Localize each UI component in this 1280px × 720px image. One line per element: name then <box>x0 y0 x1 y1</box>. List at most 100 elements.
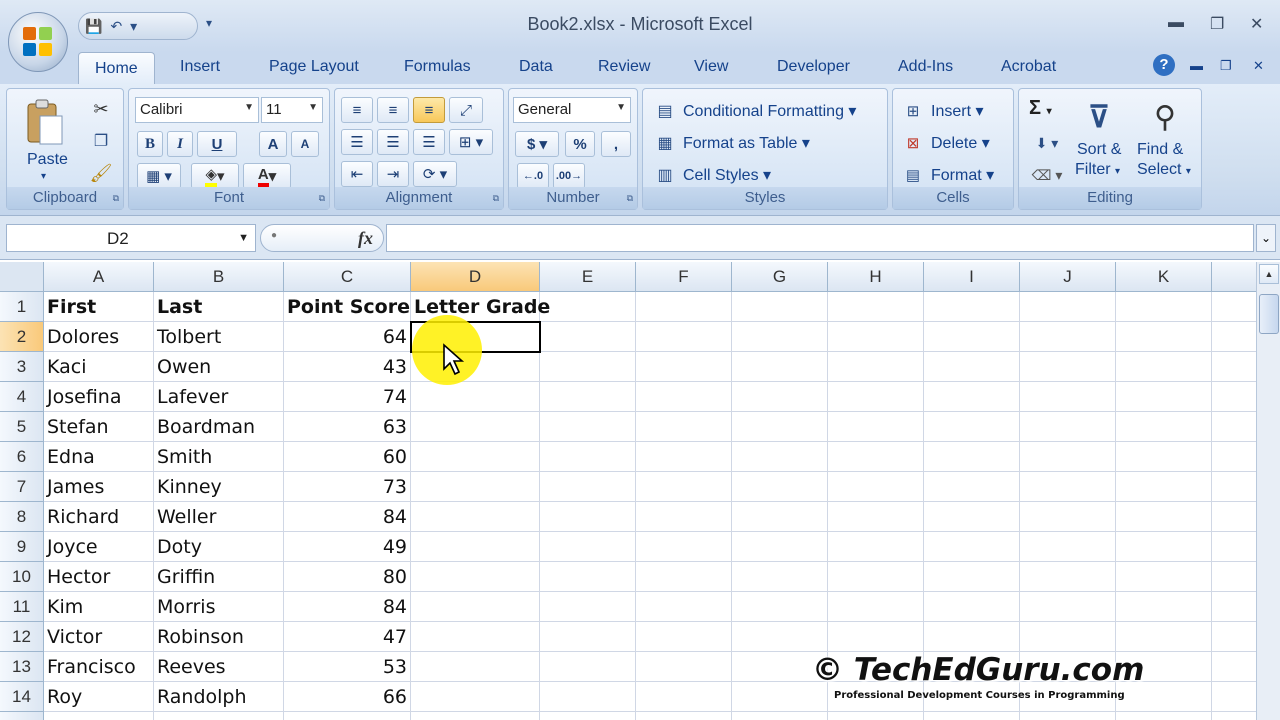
grid-cell[interactable] <box>411 502 540 532</box>
grid-cell[interactable] <box>411 592 540 622</box>
tab-developer[interactable]: Developer <box>777 58 850 76</box>
grid-cell[interactable] <box>924 622 1020 652</box>
name-box-dropdown-icon[interactable]: ▼ <box>238 232 249 244</box>
grid-cell[interactable] <box>828 562 924 592</box>
row-header[interactable]: 8 <box>0 502 44 532</box>
grid-cell[interactable] <box>1020 562 1116 592</box>
grid-cell[interactable] <box>1116 562 1212 592</box>
align-center-button[interactable]: ☰ <box>377 129 409 155</box>
grid-cell[interactable] <box>1116 322 1212 352</box>
grid-cell[interactable]: Letter Grade <box>411 292 550 322</box>
grid-cell[interactable] <box>1212 292 1256 322</box>
grid-cell[interactable]: 84 <box>284 592 411 622</box>
grid-cell[interactable]: First <box>44 292 154 322</box>
grid-cell[interactable] <box>636 592 732 622</box>
cell-styles-button[interactable]: Cell Styles ▾ <box>683 165 771 185</box>
grid-cell[interactable]: Kaci <box>44 352 154 382</box>
grid-cell[interactable] <box>732 292 828 322</box>
tab-formulas[interactable]: Formulas <box>404 58 471 76</box>
grid-cell[interactable]: Doty <box>154 532 284 562</box>
grid-cell[interactable] <box>1116 712 1212 720</box>
grid-cell[interactable]: 43 <box>284 352 411 382</box>
number-launcher-icon[interactable]: ⧉ <box>627 193 633 204</box>
grid-cell[interactable] <box>732 352 828 382</box>
grid-cell[interactable]: Point Score <box>284 292 411 322</box>
align-top-button[interactable]: ≡ <box>341 97 373 123</box>
minimize-button[interactable]: ▬ <box>1168 14 1184 32</box>
grid-cell[interactable] <box>1212 532 1256 562</box>
grid-cell[interactable] <box>1212 352 1256 382</box>
grid-cell[interactable] <box>1020 532 1116 562</box>
grid-cell[interactable] <box>1020 472 1116 502</box>
grid-cell[interactable] <box>924 502 1020 532</box>
grid-cell[interactable] <box>732 712 828 720</box>
grid-cell[interactable] <box>636 532 732 562</box>
grid-cell[interactable] <box>1020 592 1116 622</box>
format-cells-button[interactable]: Format ▾ <box>931 165 994 185</box>
grid-cell[interactable] <box>1116 412 1212 442</box>
tab-data[interactable]: Data <box>519 58 553 76</box>
grid-cell[interactable] <box>1212 562 1256 592</box>
column-header-g[interactable]: G <box>732 262 828 292</box>
column-header-b[interactable]: B <box>154 262 284 292</box>
column-header-l[interactable] <box>1212 262 1256 292</box>
insert-cells-button[interactable]: Insert ▾ <box>931 101 984 121</box>
grid-cell[interactable] <box>828 592 924 622</box>
font-name-select[interactable]: Calibri ▼ <box>135 97 259 123</box>
grid-cell[interactable] <box>154 712 284 720</box>
grid-cell[interactable] <box>924 382 1020 412</box>
row-header[interactable]: 10 <box>0 562 44 592</box>
percent-button[interactable]: % <box>565 131 595 157</box>
grid-cell[interactable] <box>411 472 540 502</box>
grid-cell[interactable] <box>924 352 1020 382</box>
grid-cell[interactable]: 74 <box>284 382 411 412</box>
align-bottom-button[interactable]: ≡ <box>413 97 445 123</box>
column-header-d[interactable]: D <box>411 262 540 292</box>
increase-indent-button[interactable]: ⇥ <box>377 161 409 187</box>
copy-icon[interactable]: ❐ <box>89 129 113 153</box>
grid-cell[interactable]: Reeves <box>154 652 284 682</box>
grid-cell[interactable] <box>411 412 540 442</box>
clipboard-launcher-icon[interactable]: ⧉ <box>113 193 119 204</box>
grid-cell[interactable] <box>636 652 732 682</box>
grid-cell[interactable]: Griffin <box>154 562 284 592</box>
grid-cell[interactable]: Victor <box>44 622 154 652</box>
grid-cell[interactable] <box>732 382 828 412</box>
column-header-h[interactable]: H <box>828 262 924 292</box>
tab-review[interactable]: Review <box>598 58 650 76</box>
row-header[interactable]: 9 <box>0 532 44 562</box>
align-right-button[interactable]: ☰ <box>413 129 445 155</box>
grid-cell[interactable] <box>1116 532 1212 562</box>
grid-cell[interactable]: Dolores <box>44 322 154 352</box>
merge-center-button[interactable]: ⊞ ▾ <box>449 129 493 155</box>
grid-cell[interactable] <box>540 592 636 622</box>
grow-font-button[interactable]: A <box>259 131 287 157</box>
grid-cell[interactable]: Lafever <box>154 382 284 412</box>
grid-cell[interactable] <box>732 322 828 352</box>
cut-icon[interactable]: ✂ <box>89 97 113 121</box>
grid-cell[interactable]: Edna <box>44 442 154 472</box>
grid-cell[interactable] <box>636 322 732 352</box>
paste-label[interactable]: Paste <box>27 151 68 169</box>
grid-cell[interactable]: Josefina <box>44 382 154 412</box>
grid-cell[interactable] <box>732 532 828 562</box>
grid-cell[interactable]: 63 <box>284 412 411 442</box>
grid-cell[interactable] <box>828 322 924 352</box>
grid-cell[interactable] <box>1212 712 1256 720</box>
tab-add-ins[interactable]: Add-Ins <box>898 58 953 76</box>
grid-cell[interactable] <box>1212 652 1256 682</box>
grid-cell[interactable] <box>540 352 636 382</box>
drag-handle-icon[interactable]: ● <box>271 230 277 241</box>
grid-cell[interactable] <box>732 412 828 442</box>
decrease-indent-button[interactable]: ⇤ <box>341 161 373 187</box>
grid-cell[interactable]: Roy <box>44 682 154 712</box>
grid-cell[interactable] <box>540 292 636 322</box>
grid-cell[interactable] <box>1116 382 1212 412</box>
grid-cell[interactable] <box>1116 442 1212 472</box>
insert-function-button[interactable]: fx <box>358 228 373 249</box>
grid-cell[interactable] <box>1212 592 1256 622</box>
grid-cell[interactable] <box>540 412 636 442</box>
row-header[interactable]: 6 <box>0 442 44 472</box>
grid-cell[interactable] <box>828 502 924 532</box>
grid-cell[interactable]: Robinson <box>154 622 284 652</box>
